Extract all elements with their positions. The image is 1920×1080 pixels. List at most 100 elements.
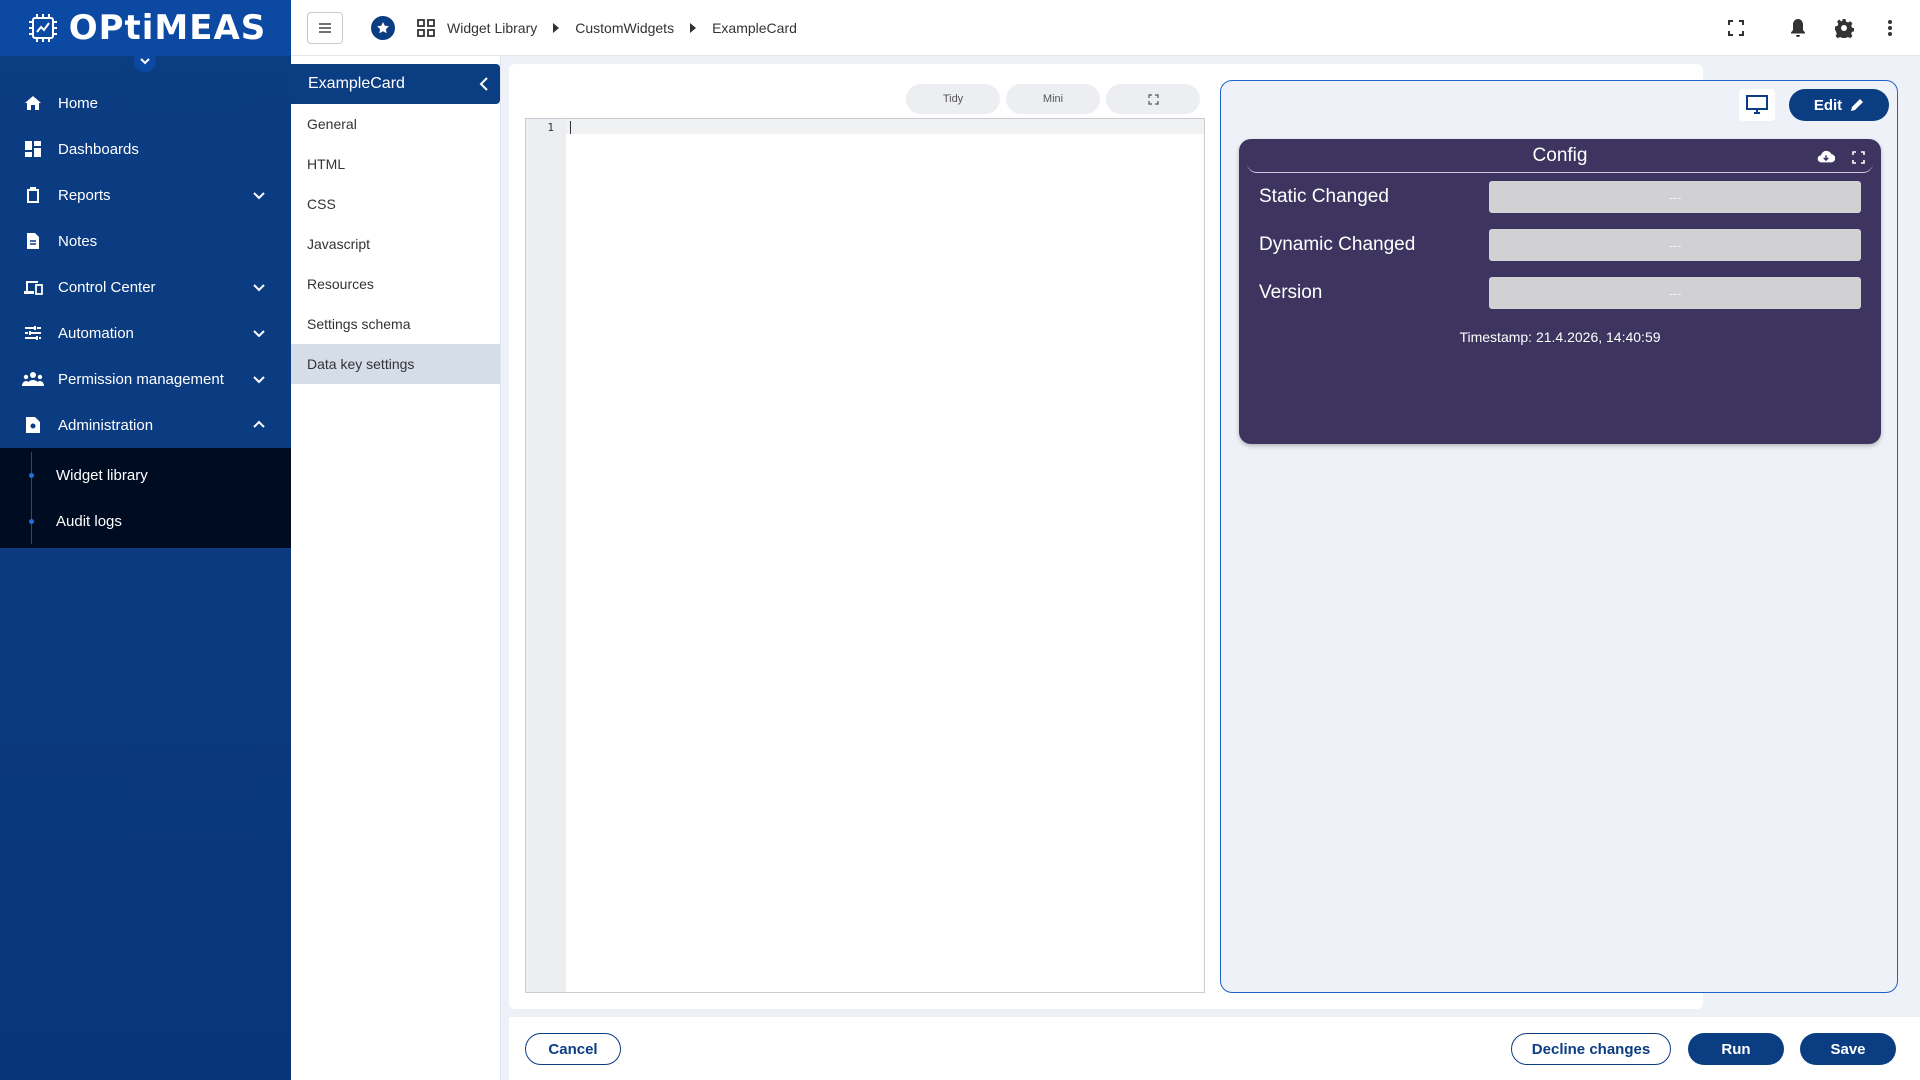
chip-icon: [25, 10, 61, 46]
breadcrumb-item[interactable]: CustomWidgets: [575, 20, 674, 36]
section-item-resources[interactable]: Resources: [291, 264, 500, 304]
favorite-star-icon[interactable]: [371, 15, 395, 40]
breadcrumb-item[interactable]: Widget Library: [447, 20, 537, 36]
clipboard-icon: [22, 184, 44, 206]
nav-sub-label: Widget library: [56, 466, 148, 484]
text-cursor: [570, 121, 571, 134]
editor-toolbar: Tidy Mini: [906, 84, 1200, 114]
section-item-settings-schema[interactable]: Settings schema: [291, 304, 500, 344]
section-item-css[interactable]: CSS: [291, 184, 500, 224]
editor-panel: Tidy Mini 1 Edit Config Static Changed -…: [509, 64, 1898, 1009]
config-row-label: Version: [1259, 282, 1323, 303]
nav-label: Reports: [58, 186, 111, 204]
home-icon: [22, 92, 44, 114]
top-header: Widget Library CustomWidgets ExampleCard: [291, 0, 1920, 56]
monitor-icon[interactable]: [1739, 89, 1775, 121]
line-number: 1: [547, 121, 554, 134]
widget-section-menu: ExampleCard General HTML CSS Javascript …: [291, 56, 501, 1080]
nav-item-automation[interactable]: Automation: [0, 310, 291, 356]
action-footer: Cancel Decline changes Run Save: [509, 1017, 1920, 1080]
main-navigation: OPtiMEAS Home Dashboards Reports Notes C…: [0, 0, 291, 1080]
header-actions: [1724, 16, 1902, 40]
edit-button-label: Edit: [1813, 96, 1843, 114]
tune-icon: [22, 322, 44, 344]
config-row: Version ---: [1259, 277, 1861, 309]
note-icon: [22, 230, 44, 252]
nav-sub-label: Audit logs: [56, 512, 122, 530]
timestamp-text: Timestamp: 21.4.2026, 14:40:59: [1459, 329, 1661, 345]
code-editor[interactable]: 1: [525, 118, 1205, 993]
config-row-label: Dynamic Changed: [1259, 234, 1416, 255]
nav-label: Automation: [58, 324, 134, 342]
fullscreen-icon[interactable]: [1849, 149, 1867, 165]
pencil-icon: [1850, 98, 1864, 112]
nav-item-notes[interactable]: Notes: [0, 218, 291, 264]
config-row-value: ---: [1489, 229, 1861, 261]
nav-item-reports[interactable]: Reports: [0, 172, 291, 218]
menu-toggle-button[interactable]: [307, 11, 343, 44]
section-item-general[interactable]: General: [291, 104, 500, 144]
nav-collapse-toggle[interactable]: [134, 50, 156, 72]
caret-right-icon: [688, 22, 698, 33]
nav-subitem-audit-logs[interactable]: Audit logs: [0, 498, 291, 544]
mini-button[interactable]: Mini: [1006, 84, 1100, 114]
people-icon: [22, 368, 44, 390]
nav-label: Control Center: [58, 278, 156, 296]
bullet-dot: [29, 473, 34, 478]
nav-label: Permission management: [58, 370, 224, 388]
chevron-left-icon[interactable]: [474, 74, 494, 94]
run-button[interactable]: Run: [1688, 1033, 1784, 1065]
fullscreen-icon: [1147, 93, 1159, 105]
active-line-highlight: [566, 119, 1204, 134]
editor-fullscreen-button[interactable]: [1106, 84, 1200, 114]
bullet-dot: [29, 519, 34, 524]
widget-title: ExampleCard: [308, 75, 405, 92]
nav-item-control-center[interactable]: Control Center: [0, 264, 291, 310]
breadcrumb: Widget Library CustomWidgets ExampleCard: [417, 18, 797, 37]
devices-icon: [22, 276, 44, 298]
config-row-value: ---: [1489, 277, 1861, 309]
nav-label: Notes: [58, 232, 98, 250]
nav-label: Dashboards: [58, 140, 139, 158]
administration-submenu: Widget library Audit logs: [0, 448, 291, 548]
grid-icon: [417, 18, 435, 37]
bell-icon[interactable]: [1786, 16, 1810, 40]
editor-gutter: [526, 119, 566, 992]
nav-label: Home: [58, 94, 99, 112]
nav-item-administration[interactable]: Administration: [0, 402, 291, 448]
admin-icon: [22, 414, 44, 436]
breadcrumb-item-current: ExampleCard: [712, 19, 797, 36]
section-item-html[interactable]: HTML: [291, 144, 500, 184]
chevron-down-icon[interactable]: [249, 185, 269, 205]
edit-button[interactable]: Edit: [1789, 89, 1889, 121]
nav-label: Administration: [58, 416, 154, 434]
nav-item-dashboards[interactable]: Dashboards: [0, 126, 291, 172]
config-card: Config Static Changed --- Dynamic Change…: [1239, 139, 1881, 444]
tidy-button[interactable]: Tidy: [906, 84, 1000, 114]
config-row: Dynamic Changed ---: [1259, 229, 1861, 261]
chevron-down-icon[interactable]: [249, 277, 269, 297]
fullscreen-icon[interactable]: [1724, 16, 1748, 40]
config-row-label: Static Changed: [1259, 186, 1389, 207]
save-button[interactable]: Save: [1800, 1033, 1896, 1065]
decline-changes-button[interactable]: Decline changes: [1511, 1033, 1671, 1065]
card-title: Config: [1247, 139, 1873, 173]
more-vertical-icon[interactable]: [1878, 16, 1902, 40]
cancel-button[interactable]: Cancel: [525, 1033, 621, 1065]
chevron-down-icon[interactable]: [249, 323, 269, 343]
nav-item-permission-management[interactable]: Permission management: [0, 356, 291, 402]
section-item-data-key-settings[interactable]: Data key settings: [291, 344, 500, 384]
logo-text: OPtiMEAS: [68, 8, 267, 48]
chevron-up-icon[interactable]: [249, 415, 269, 435]
section-item-javascript[interactable]: Javascript: [291, 224, 500, 264]
card-actions: [1817, 149, 1867, 165]
caret-right-icon: [551, 22, 561, 33]
dashboard-icon: [22, 138, 44, 160]
nav-item-home[interactable]: Home: [0, 80, 291, 126]
cloud-download-icon[interactable]: [1817, 149, 1835, 165]
chevron-down-icon[interactable]: [249, 369, 269, 389]
widget-preview: Edit Config Static Changed --- Dynamic C…: [1220, 80, 1898, 993]
gear-icon[interactable]: [1832, 16, 1856, 40]
logo[interactable]: OPtiMEAS: [0, 0, 291, 72]
nav-subitem-widget-library[interactable]: Widget library: [0, 452, 291, 498]
